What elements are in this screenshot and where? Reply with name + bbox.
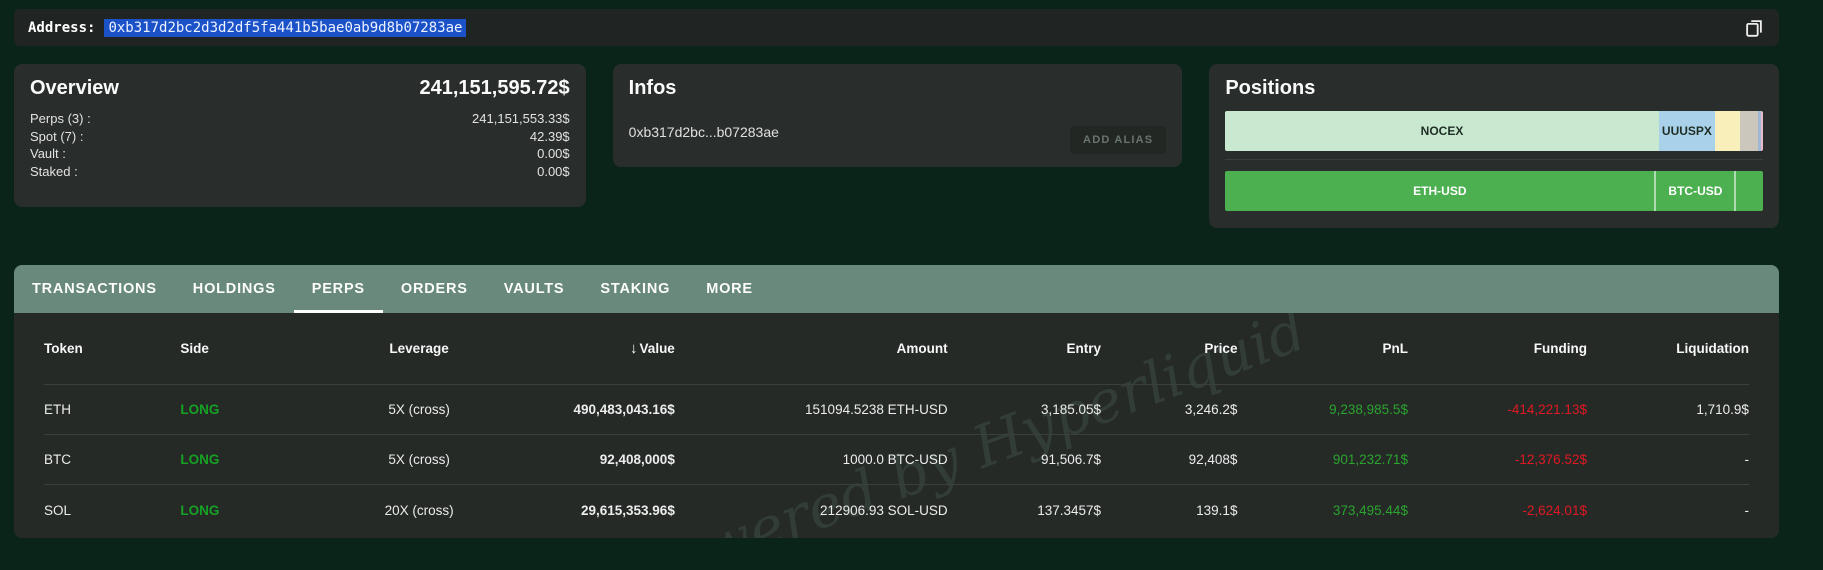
col-header-side[interactable]: Side	[180, 341, 333, 356]
summary-cards-row: Overview 241,151,595.72$ Perps (3) : 241…	[14, 64, 1779, 228]
price-cell: 92,408$	[1188, 452, 1238, 467]
sort-descending-icon: ↓	[630, 340, 638, 357]
positions-card: Positions NOCEX UUUSPX ETH-USD BTC-USD	[1209, 64, 1779, 228]
tab-transactions[interactable]: TRANSACTIONS	[14, 265, 175, 313]
value-cell: 490,483,043.16$	[573, 402, 675, 417]
overview-row-label: Spot (7) :	[30, 128, 84, 144]
overview-row-vault: Vault : 0.00$	[30, 145, 570, 163]
table-row-eth: ETH LONG 5X (cross) 490,483,043.16$ 1510…	[44, 385, 1749, 435]
copy-address-button[interactable]	[1743, 17, 1765, 39]
overview-row-spot: Spot (7) : 42.39$	[30, 128, 570, 146]
spot-position-segment[interactable]	[1739, 111, 1758, 151]
overview-row-label: Vault :	[30, 146, 66, 161]
col-header-funding[interactable]: Funding	[1408, 341, 1587, 356]
col-header-leverage[interactable]: Leverage	[334, 341, 505, 356]
amount-cell: 212906.93 SOL-USD	[820, 502, 948, 518]
entry-cell: 3,185.05$	[1041, 402, 1102, 417]
table-row-btc: BTC LONG 5X (cross) 92,408,000$ 1000.0 B…	[44, 435, 1749, 485]
funding-cell: -2,624.01$	[1522, 502, 1587, 518]
token-cell: BTC	[44, 452, 71, 467]
add-alias-button[interactable]: ADD ALIAS	[1070, 126, 1167, 154]
perps-position-segment[interactable]: ETH-USD	[1225, 171, 1655, 211]
overview-row-perps: Perps (3) : 241,151,553.33$	[30, 110, 570, 128]
perps-position-segment[interactable]: BTC-USD	[1654, 171, 1735, 211]
spot-position-segment[interactable]: NOCEX	[1225, 111, 1659, 151]
overview-total-value: 241,151,595.72$	[419, 77, 570, 99]
overview-row-staked: Staked : 0.00$	[30, 163, 570, 181]
spot-position-segment[interactable]	[1760, 111, 1763, 151]
col-header-amount[interactable]: Amount	[675, 341, 948, 356]
pnl-cell: 901,232.71$	[1332, 452, 1408, 467]
perps-table-section: Powered by Hyperliquid Token Side Levera…	[14, 313, 1779, 538]
pnl-cell: 373,495.44$	[1332, 502, 1408, 518]
overview-row-value: 0.00$	[537, 146, 570, 161]
address-value[interactable]: 0xb317d2bc2d3d2df5fa441b5bae0ab9d8b07283…	[104, 18, 467, 37]
copy-icon	[1746, 19, 1762, 37]
col-header-pnl[interactable]: PnL	[1237, 341, 1408, 356]
col-header-value-label: Value	[639, 341, 675, 356]
overview-title: Overview	[30, 77, 119, 99]
tab-orders[interactable]: ORDERS	[383, 265, 486, 313]
positions-title: Positions	[1225, 77, 1316, 99]
price-cell: 139.1$	[1196, 502, 1238, 518]
liquidation-cell: 1,710.9$	[1696, 402, 1749, 417]
liquidation-cell: -	[1744, 452, 1749, 467]
leverage-cell: 5X (cross)	[388, 402, 450, 417]
overview-row-value: 0.00$	[537, 163, 570, 179]
price-cell: 3,246.2$	[1184, 402, 1238, 417]
entry-cell: 91,506.7$	[1041, 452, 1102, 467]
address-bar: Address: 0xb317d2bc2d3d2df5fa441b5bae0ab…	[14, 9, 1779, 46]
overview-card: Overview 241,151,595.72$ Perps (3) : 241…	[14, 64, 586, 207]
leverage-cell: 5X (cross)	[388, 452, 450, 467]
col-header-entry[interactable]: Entry	[948, 341, 1102, 356]
token-cell: ETH	[44, 402, 71, 417]
positions-bar-divider	[1225, 159, 1763, 160]
overview-row-label: Staked :	[30, 163, 78, 179]
page: Address: 0xb317d2bc2d3d2df5fa441b5bae0ab…	[14, 9, 1779, 538]
perps-positions-bar: ETH-USD BTC-USD	[1225, 171, 1763, 211]
perps-position-segment[interactable]	[1734, 171, 1763, 211]
liquidation-cell: -	[1744, 502, 1749, 518]
value-cell: 92,408,000$	[599, 452, 675, 467]
side-cell: LONG	[180, 452, 220, 467]
infos-card: Infos 0xb317d2bc...b07283ae ADD ALIAS	[612, 64, 1183, 167]
col-header-token[interactable]: Token	[44, 341, 180, 356]
funding-cell: -12,376.52$	[1514, 452, 1587, 467]
spot-positions-bar: NOCEX UUUSPX	[1225, 111, 1763, 151]
amount-cell: 1000.0 BTC-USD	[842, 452, 948, 467]
tab-bar: TRANSACTIONS HOLDINGS PERPS ORDERS VAULT…	[14, 265, 1779, 313]
col-header-liquidation[interactable]: Liquidation	[1587, 341, 1749, 356]
side-cell: LONG	[180, 502, 220, 518]
spot-position-segment[interactable]: UUUSPX	[1658, 111, 1716, 151]
entry-cell: 137.3457$	[1037, 502, 1102, 518]
value-cell: 29,615,353.96$	[580, 502, 675, 518]
overview-breakdown: Perps (3) : 241,151,553.33$ Spot (7) : 4…	[30, 110, 570, 180]
col-header-price[interactable]: Price	[1101, 341, 1237, 356]
amount-cell: 151094.5238 ETH-USD	[805, 402, 948, 417]
table-header-row: Token Side Leverage ↓ Value Amount Entry …	[44, 313, 1749, 385]
tab-staking[interactable]: STAKING	[582, 265, 688, 313]
address-label: Address:	[28, 19, 96, 36]
infos-title: Infos	[628, 77, 677, 99]
spot-position-segment[interactable]	[1715, 111, 1740, 151]
overview-row-value: 241,151,553.33$	[472, 111, 570, 126]
tab-perps[interactable]: PERPS	[293, 265, 383, 313]
table-row-sol: SOL LONG 20X (cross) 29,615,353.96$ 2129…	[44, 485, 1749, 535]
tab-more[interactable]: MORE	[688, 265, 771, 313]
tab-holdings[interactable]: HOLDINGS	[175, 265, 294, 313]
token-cell: SOL	[44, 502, 72, 518]
pnl-cell: 9,238,985.5$	[1329, 402, 1408, 417]
col-header-value[interactable]: ↓ Value	[504, 340, 675, 357]
leverage-cell: 20X (cross)	[384, 502, 454, 518]
funding-cell: -414,221.13$	[1507, 402, 1587, 417]
overview-row-label: Perps (3) :	[30, 111, 91, 126]
side-cell: LONG	[180, 402, 220, 417]
overview-row-value: 42.39$	[529, 128, 570, 144]
tab-vaults[interactable]: VAULTS	[486, 265, 583, 313]
